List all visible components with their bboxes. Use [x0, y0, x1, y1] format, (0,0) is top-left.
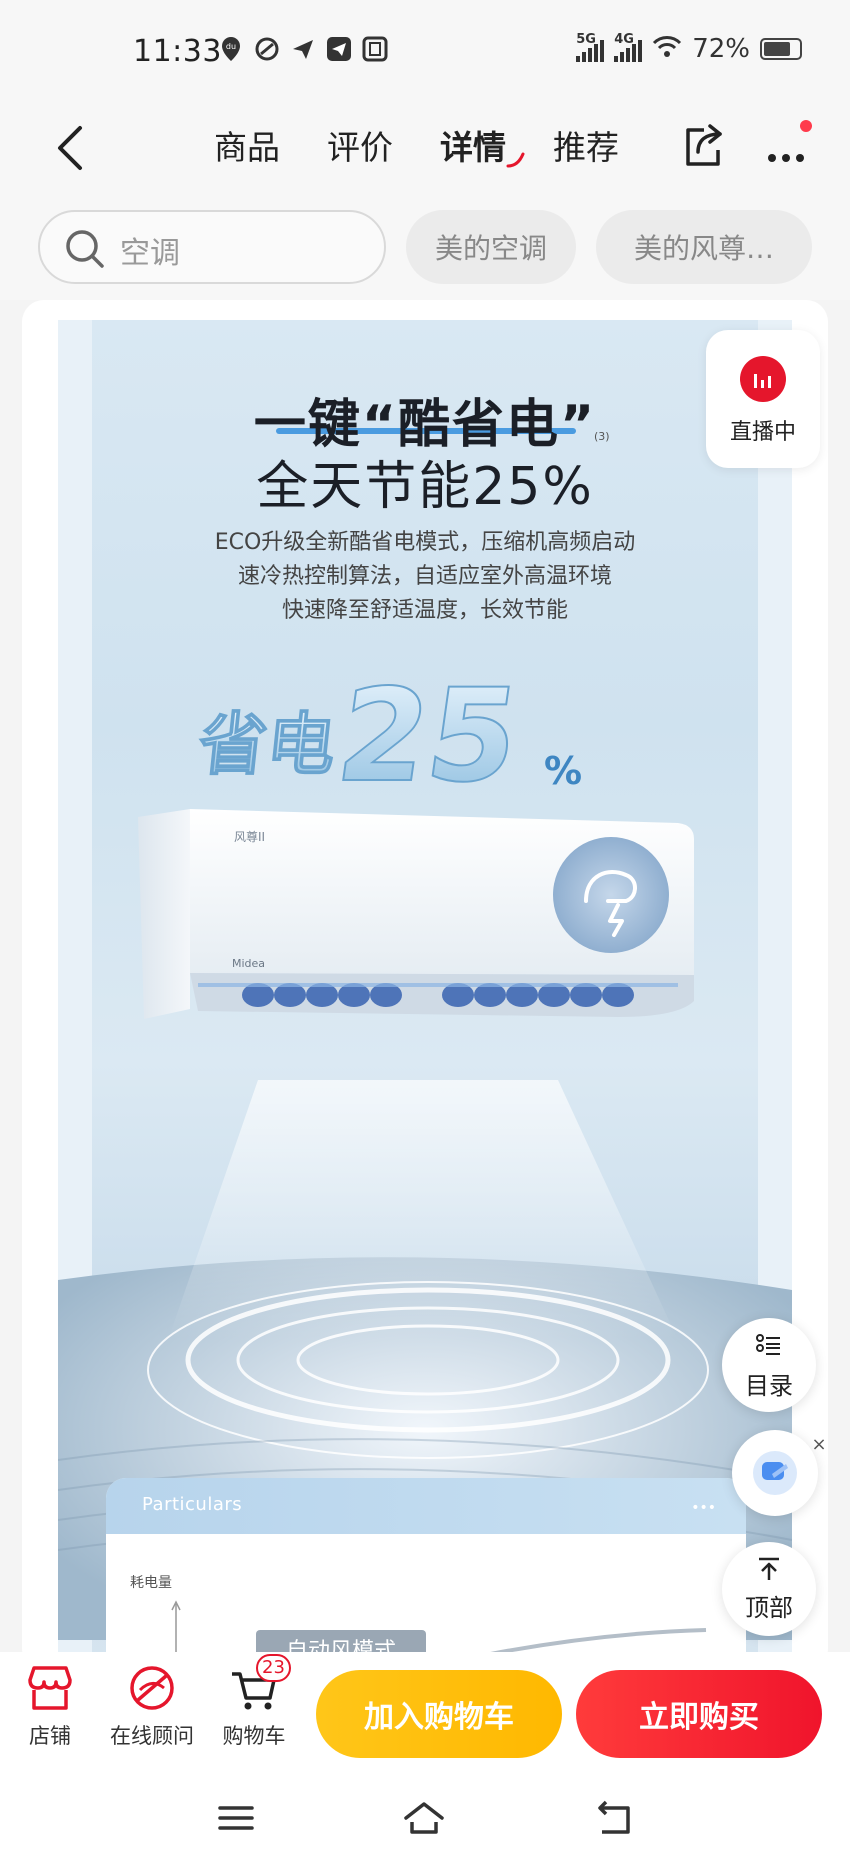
tab-reviews[interactable]: 评价	[327, 118, 440, 178]
banner-desc-line: 快速降至舒适温度，长效节能	[281, 598, 568, 623]
cart-count-badge: 23	[256, 1654, 291, 1682]
location-icon: du	[218, 36, 244, 62]
search-input[interactable]: 空调	[38, 210, 386, 284]
cart-button[interactable]: 23 购物车	[204, 1654, 304, 1750]
tab-recommend[interactable]: 推荐	[553, 118, 666, 178]
home-icon[interactable]	[402, 1800, 446, 1836]
store-icon	[22, 1660, 78, 1716]
app-box-icon	[362, 36, 388, 62]
model-label: 风尊II	[234, 829, 265, 844]
signal-5g-icon: 5G	[576, 32, 605, 62]
notification-dot	[800, 120, 812, 132]
online-advisor-button[interactable]: 在线顾问	[100, 1660, 204, 1750]
footnote-mark: (3)	[594, 430, 610, 443]
wifi-icon	[652, 35, 682, 63]
bottom-action-bar: 店铺 在线顾问 23 购物车 加入购物车 立即购买	[0, 1652, 850, 1762]
chat-bubble-icon	[752, 1450, 798, 1500]
big-unit: %	[544, 749, 582, 793]
product-banner-image: 一键“酷省电” 全天节能25% (3) ECO升级全新酷省电模式，压缩机高频启动…	[58, 320, 792, 1670]
back-icon[interactable]	[48, 118, 92, 178]
menu-icon[interactable]	[214, 1800, 258, 1836]
tab-details-label: 详情	[440, 128, 506, 167]
more-icon[interactable]	[762, 120, 812, 170]
tab-details[interactable]: 详情	[440, 118, 553, 178]
store-label: 店铺	[29, 1724, 71, 1748]
banner-desc-line: 速冷热控制算法，自适应室外高温环境	[237, 564, 612, 589]
share-icon[interactable]	[680, 120, 726, 170]
cart-label: 购物车	[222, 1724, 286, 1748]
big-number: 25	[329, 663, 528, 800]
particulars-panel: Particulars ••• 耗电量 自动风模式	[106, 1478, 746, 1670]
search-chip[interactable]: 美的风尊…	[596, 210, 812, 284]
big-text: 省电	[195, 706, 339, 785]
search-icon	[64, 228, 106, 270]
air-conditioner-illustration: 风尊II Midea	[138, 809, 694, 1019]
energy-axis-label: 耗电量	[130, 1575, 172, 1591]
svg-text:du: du	[226, 42, 236, 51]
list-icon	[756, 1334, 782, 1362]
particulars-title: Particulars	[142, 1494, 243, 1515]
search-placeholder: 空调	[120, 236, 180, 271]
add-to-cart-button[interactable]: 加入购物车	[316, 1670, 562, 1758]
search-chip[interactable]: 美的空调	[406, 210, 576, 284]
banner-subheadline: 全天节能25%	[256, 457, 594, 517]
chat-assistant-button[interactable]	[732, 1430, 818, 1516]
banner-desc-line: ECO升级全新酷省电模式，压缩机高频启动	[214, 530, 636, 555]
catalog-button[interactable]: 目录	[722, 1318, 816, 1412]
top-label: 顶部	[745, 1594, 793, 1622]
status-time: 11:33	[133, 34, 222, 69]
cart-icon: 23	[226, 1654, 291, 1716]
signal-4g-icon: 4G	[614, 32, 643, 62]
app-notification-icon	[254, 36, 280, 62]
save-25-graphic: 省电 25 %	[194, 662, 582, 800]
active-tab-indicator	[506, 152, 525, 168]
catalog-label: 目录	[745, 1372, 793, 1400]
close-icon[interactable]: ×	[808, 1434, 830, 1456]
advisor-icon	[124, 1660, 180, 1716]
search-row: 空调 美的空调 美的风尊…	[0, 196, 850, 300]
status-bar: 11:33 du 5G 4G 72%	[0, 0, 850, 100]
battery-icon	[760, 38, 802, 60]
buy-now-button[interactable]: 立即购买	[576, 1670, 822, 1758]
store-button[interactable]: 店铺	[0, 1660, 100, 1750]
advisor-label: 在线顾问	[110, 1724, 194, 1748]
particulars-dots: •••	[691, 1500, 716, 1516]
system-nav-bar	[0, 1762, 850, 1870]
tab-bar: 商品 评价 详情 推荐	[214, 118, 666, 178]
back-nav-icon[interactable]	[592, 1800, 636, 1836]
live-label: 直播中	[729, 420, 796, 445]
arrow-up-icon	[755, 1556, 783, 1586]
telegram-icon	[326, 36, 352, 62]
tab-product[interactable]: 商品	[214, 118, 327, 178]
top-nav: 商品 评价 详情 推荐	[0, 100, 850, 196]
notification-icons: du	[218, 36, 388, 62]
send-icon	[290, 36, 316, 62]
status-right: 5G 4G 72%	[576, 32, 802, 64]
live-stream-button[interactable]: 直播中	[706, 330, 820, 468]
battery-percent: 72%	[692, 34, 750, 64]
brand-label: Midea	[232, 957, 265, 970]
live-icon	[740, 356, 786, 402]
back-to-top-button[interactable]: 顶部	[722, 1542, 816, 1636]
